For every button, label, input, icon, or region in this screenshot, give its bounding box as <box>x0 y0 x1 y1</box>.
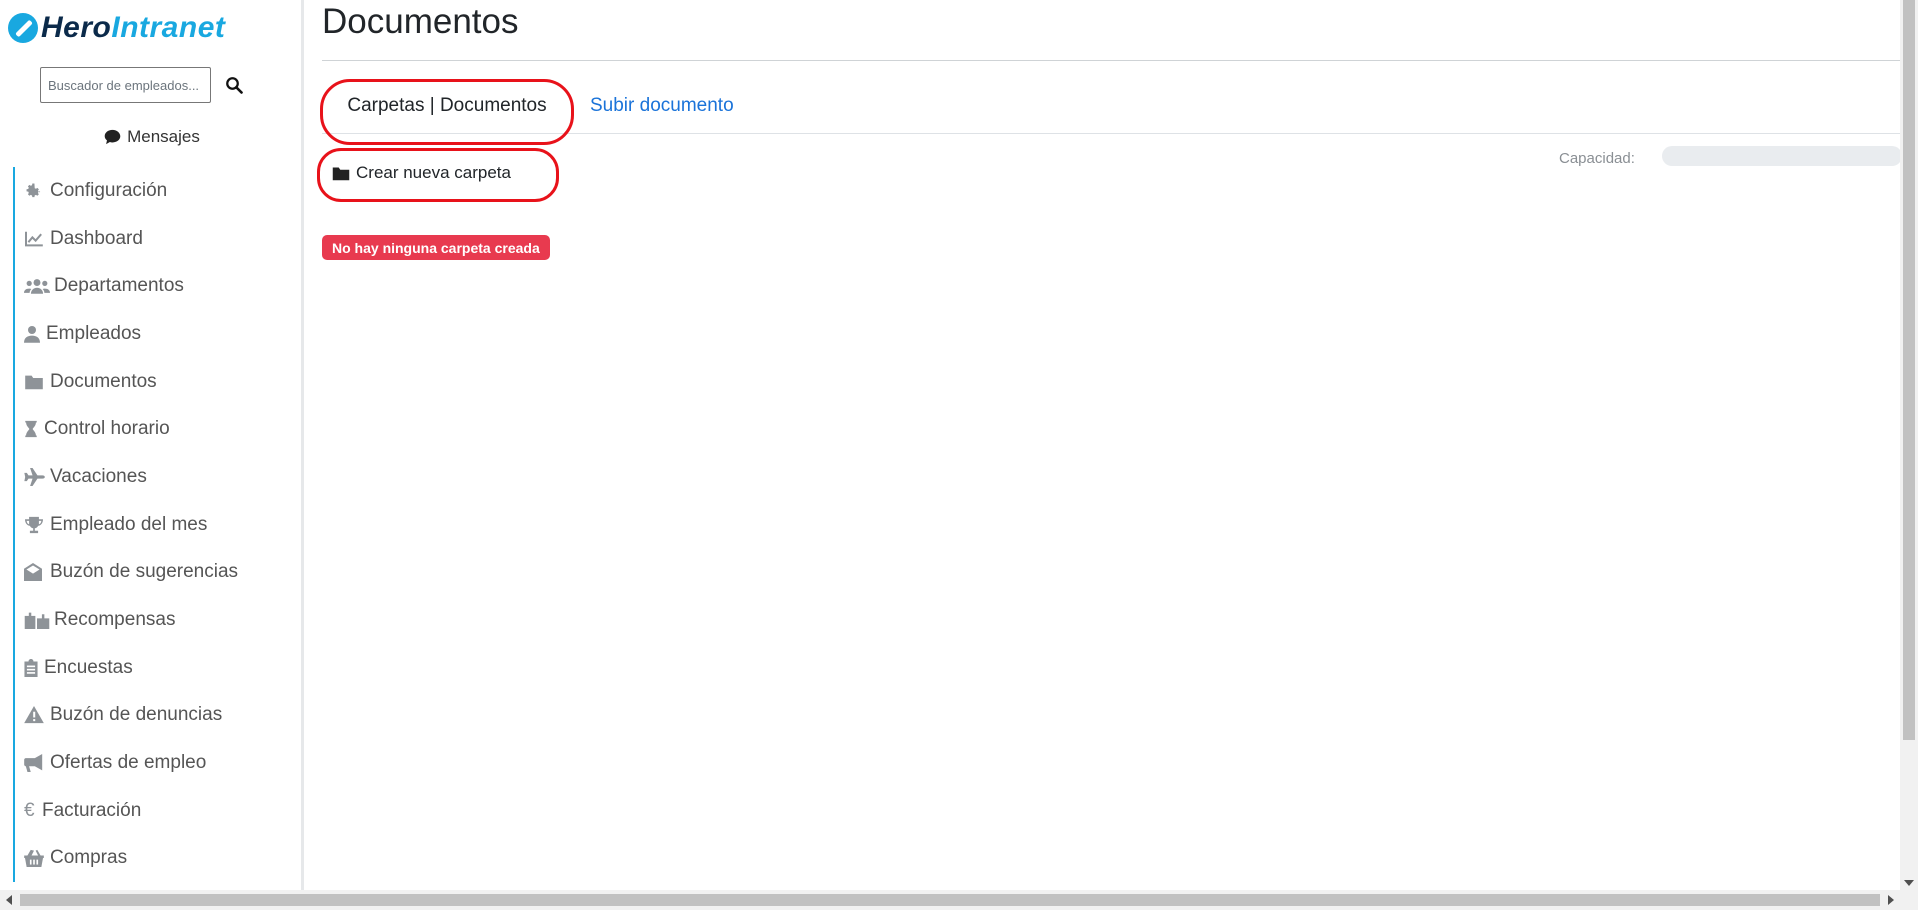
capacity-bar <box>1662 146 1902 166</box>
sidebar-item-empleado-del-mes[interactable]: Empleado del mes <box>13 500 293 549</box>
clipboard-list-icon <box>24 658 40 678</box>
user-icon <box>24 324 42 344</box>
gear-icon <box>24 181 46 201</box>
sidebar-item-documentos[interactable]: Documentos <box>13 357 293 406</box>
hourglass-icon <box>24 419 40 439</box>
tab-subir-documento[interactable]: Subir documento <box>590 78 734 134</box>
sidebar-item-compras[interactable]: Compras <box>13 834 293 883</box>
tab-carpetas-documentos[interactable]: Carpetas | Documentos <box>320 78 574 145</box>
plane-icon <box>24 467 46 487</box>
sidebar: HeroIntranet Mensajes Configuración Dash… <box>0 0 304 890</box>
main-content: Documentos Carpetas | Documentos Subir d… <box>317 0 1902 890</box>
sidebar-item-empleados[interactable]: Empleados <box>13 310 293 358</box>
sidebar-item-label: Buzón de denuncias <box>50 704 223 726</box>
page-title: Documentos <box>322 2 519 41</box>
empty-folders-badge: No hay ninguna carpeta creada <box>322 235 550 260</box>
sidebar-item-label: Dashboard <box>50 227 143 249</box>
tab-label: Carpetas | Documentos <box>347 95 547 116</box>
vertical-scrollbar[interactable] <box>1900 0 1918 890</box>
sidebar-item-label: Documentos <box>50 370 157 392</box>
capacity-label: Capacidad: <box>1559 150 1635 167</box>
comment-icon <box>104 129 121 145</box>
documents-tabs: Carpetas | Documentos Subir documento <box>320 78 1900 145</box>
scroll-left-arrow-icon[interactable] <box>6 895 12 905</box>
sidebar-item-label: Compras <box>50 847 128 869</box>
app: HeroIntranet Mensajes Configuración Dash… <box>0 0 1918 910</box>
sidebar-item-label: Control horario <box>44 418 170 440</box>
sidebar-item-label: Configuración <box>50 179 168 201</box>
folder-icon <box>332 167 350 180</box>
trophy-icon <box>24 515 46 535</box>
folder-icon <box>24 372 46 392</box>
sidebar-item-encuestas[interactable]: Encuestas <box>13 643 293 692</box>
vertical-scrollbar-thumb[interactable] <box>1903 0 1915 740</box>
brand-part-intranet: Intranet <box>111 11 226 44</box>
sidebar-item-ofertas-empleo[interactable]: Ofertas de empleo <box>13 739 293 787</box>
sidebar-item-dashboard[interactable]: Dashboard <box>13 214 293 263</box>
sidebar-item-label: Empleados <box>46 322 142 344</box>
sidebar-item-configuracion[interactable]: Configuración <box>13 167 293 215</box>
tab-label: Subir documento <box>590 95 734 116</box>
search-icon <box>226 77 243 94</box>
chart-line-icon <box>24 229 46 249</box>
title-divider <box>322 60 1900 61</box>
logo-mark-icon <box>8 13 38 43</box>
messages-link[interactable]: Mensajes <box>0 124 301 150</box>
sidebar-item-buzon-denuncias[interactable]: Buzón de denuncias <box>13 691 293 740</box>
sidebar-item-label: Recompensas <box>54 609 176 631</box>
sidebar-item-control-horario[interactable]: Control horario <box>13 405 293 454</box>
megaphone-icon <box>24 753 46 773</box>
search-button[interactable] <box>217 67 251 103</box>
messages-label: Mensajes <box>127 127 200 146</box>
sidebar-item-facturacion[interactable]: € Facturación <box>13 786 293 835</box>
scroll-right-arrow-icon[interactable] <box>1888 895 1894 905</box>
brand-part-hero: Hero <box>41 11 112 44</box>
horizontal-scrollbar[interactable] <box>0 890 1918 910</box>
sidebar-item-label: Empleado del mes <box>50 513 208 535</box>
employee-search-input[interactable] <box>40 67 211 103</box>
sidebar-item-vacaciones[interactable]: Vacaciones <box>13 453 293 501</box>
sidebar-item-departamentos[interactable]: Departamentos <box>13 262 293 311</box>
create-folder-button[interactable]: Crear nueva carpeta <box>317 148 559 202</box>
envelope-open-icon <box>24 562 46 582</box>
sidebar-item-recompensas[interactable]: Recompensas <box>13 596 293 644</box>
create-folder-label: Crear nueva carpeta <box>356 163 511 182</box>
warning-icon <box>24 705 46 725</box>
scroll-down-arrow-icon[interactable] <box>1904 880 1914 886</box>
sidebar-item-label: Departamentos <box>54 275 184 297</box>
sidebar-item-buzon-sugerencias[interactable]: Buzón de sugerencias <box>13 548 293 597</box>
brand-logo[interactable]: HeroIntranet <box>8 8 225 48</box>
horizontal-scrollbar-thumb[interactable] <box>20 894 1880 906</box>
sidebar-menu: Configuración Dashboard Departamentos Em… <box>13 167 293 883</box>
sidebar-item-label: Ofertas de empleo <box>50 752 207 774</box>
brand-name: HeroIntranet <box>41 11 225 45</box>
sidebar-item-label: Facturación <box>42 799 142 821</box>
employee-search <box>40 67 251 103</box>
sidebar-item-label: Buzón de sugerencias <box>50 561 239 583</box>
sidebar-item-label: Vacaciones <box>50 465 147 487</box>
gifts-icon <box>24 610 50 630</box>
users-icon <box>24 276 50 296</box>
euro-icon: € <box>24 799 35 821</box>
basket-icon <box>24 848 46 868</box>
sidebar-item-label: Encuestas <box>44 656 133 678</box>
